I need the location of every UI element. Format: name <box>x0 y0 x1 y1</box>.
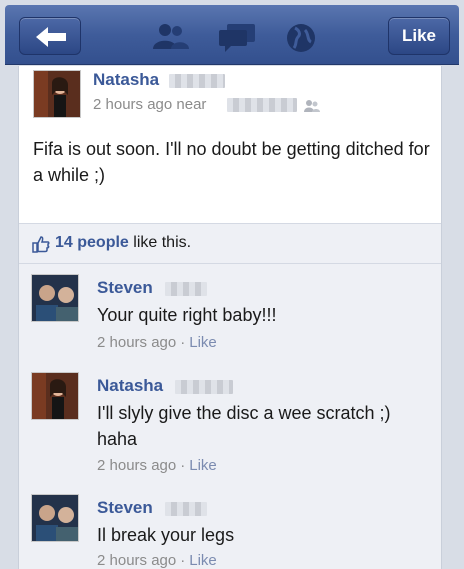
redacted-name <box>169 74 225 88</box>
post-time: 2 hours ago near <box>93 96 207 113</box>
friends-privacy-icon <box>304 100 320 112</box>
comment-text: Your quite right baby!!! <box>97 305 277 325</box>
comment-meta: 2 hours ago · Like <box>97 552 217 569</box>
comment-author[interactable]: Natasha <box>97 376 163 396</box>
comment-text: Il break your legs <box>97 525 235 545</box>
redacted-location <box>227 98 297 112</box>
back-button[interactable] <box>19 17 81 55</box>
back-arrow-icon <box>36 27 66 47</box>
thumbs-up-icon <box>32 236 50 253</box>
comment-author[interactable]: Steven <box>97 278 153 298</box>
comment-like-link[interactable]: Like <box>189 552 217 569</box>
comment-meta: 2 hours ago · Like <box>97 457 217 474</box>
comments-list: Steven Your quite right baby!!! 2 hours … <box>19 264 441 569</box>
friends-icon[interactable] <box>151 22 191 50</box>
comment-time: 2 hours ago <box>97 334 177 351</box>
likes-text: 14 people like this. <box>55 234 191 252</box>
comment-like-link[interactable]: Like <box>189 334 217 351</box>
likes-count[interactable]: 14 people <box>55 234 129 251</box>
likes-summary[interactable]: 14 people like this. <box>19 224 441 264</box>
messages-icon[interactable] <box>217 22 257 52</box>
story-panel: Natasha 2 hours ago near Fifa is out soo… <box>18 66 442 569</box>
comment-author[interactable]: Steven <box>97 498 153 518</box>
likes-suffix: like this. <box>133 234 192 251</box>
post: Natasha 2 hours ago near Fifa is out soo… <box>19 66 441 224</box>
globe-icon[interactable] <box>285 22 317 54</box>
avatar[interactable] <box>31 274 79 322</box>
comment-like-link[interactable]: Like <box>189 457 217 474</box>
avatar[interactable] <box>33 70 81 118</box>
redacted-name <box>165 502 207 516</box>
post-text: Fifa is out soon. I'll no doubt be getti… <box>33 139 430 185</box>
post-author[interactable]: Natasha <box>93 70 159 90</box>
redacted-name <box>165 282 207 296</box>
avatar[interactable] <box>31 372 79 420</box>
top-navbar: Like <box>5 5 459 65</box>
comment-time: 2 hours ago <box>97 552 177 569</box>
comment-time: 2 hours ago <box>97 457 177 474</box>
comment-meta: 2 hours ago · Like <box>97 334 217 351</box>
avatar[interactable] <box>31 494 79 542</box>
redacted-name <box>175 380 233 394</box>
comment-text: I'll slyly give the disc a wee scratch ;… <box>97 403 391 449</box>
like-button[interactable]: Like <box>388 17 450 55</box>
